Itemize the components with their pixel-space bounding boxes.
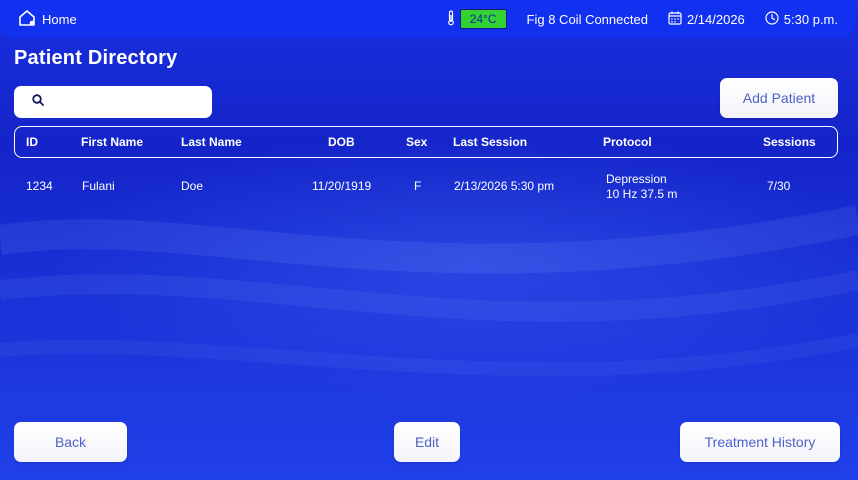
column-header-first-name[interactable]: First Name xyxy=(81,135,143,149)
time-display: 5:30 p.m. xyxy=(783,11,838,27)
home-label: Home xyxy=(42,11,77,27)
cell-protocol: Depression 10 Hz 37.5 m xyxy=(606,172,677,202)
search-icon xyxy=(32,93,44,111)
table-header: ID First Name Last Name DOB Sex Last Ses… xyxy=(14,126,838,158)
temperature-badge: 24°C xyxy=(459,9,507,29)
top-status-bar: Home 24°C Fig 8 Coil Connected 2/14/2026… xyxy=(0,0,854,38)
cell-id: 1234 xyxy=(26,179,53,193)
column-header-last-name[interactable]: Last Name xyxy=(181,135,242,149)
page-title: Patient Directory xyxy=(14,47,178,69)
coil-status: Fig 8 Coil Connected xyxy=(526,11,648,27)
add-patient-button[interactable]: Add Patient xyxy=(720,78,838,118)
table-row[interactable]: 1234 Fulani Doe 11/20/1919 F 2/13/2026 5… xyxy=(14,168,838,208)
cell-first-name: Fulani xyxy=(82,179,115,193)
cell-last-name: Doe xyxy=(181,179,204,193)
column-header-protocol[interactable]: Protocol xyxy=(603,135,652,149)
cell-sex: F xyxy=(414,179,422,193)
column-header-sex[interactable]: Sex xyxy=(406,135,427,149)
calendar-icon xyxy=(668,11,682,28)
edit-button[interactable]: Edit xyxy=(394,422,460,462)
column-header-dob[interactable]: DOB xyxy=(328,135,355,149)
date-display: 2/14/2026 xyxy=(686,11,745,27)
thermometer-icon xyxy=(446,9,460,29)
search-box[interactable] xyxy=(14,86,212,118)
column-header-sessions[interactable]: Sessions xyxy=(763,135,816,149)
cell-last-session: 2/13/2026 5:30 pm xyxy=(454,179,555,193)
treatment-history-button[interactable]: Treatment History xyxy=(680,422,840,462)
column-header-id[interactable]: ID xyxy=(26,135,38,149)
protocol-params: 10 Hz 37.5 m xyxy=(606,187,678,201)
back-button[interactable]: Back xyxy=(14,422,127,462)
protocol-name: Depression xyxy=(606,172,667,186)
home-icon xyxy=(18,9,36,30)
column-header-last-session[interactable]: Last Session xyxy=(453,135,527,149)
cell-sessions: 7/30 xyxy=(767,179,791,193)
home-button[interactable]: Home xyxy=(18,9,77,30)
search-input[interactable] xyxy=(52,94,212,110)
clock-icon xyxy=(765,10,779,28)
cell-dob: 11/20/1919 xyxy=(312,179,372,193)
